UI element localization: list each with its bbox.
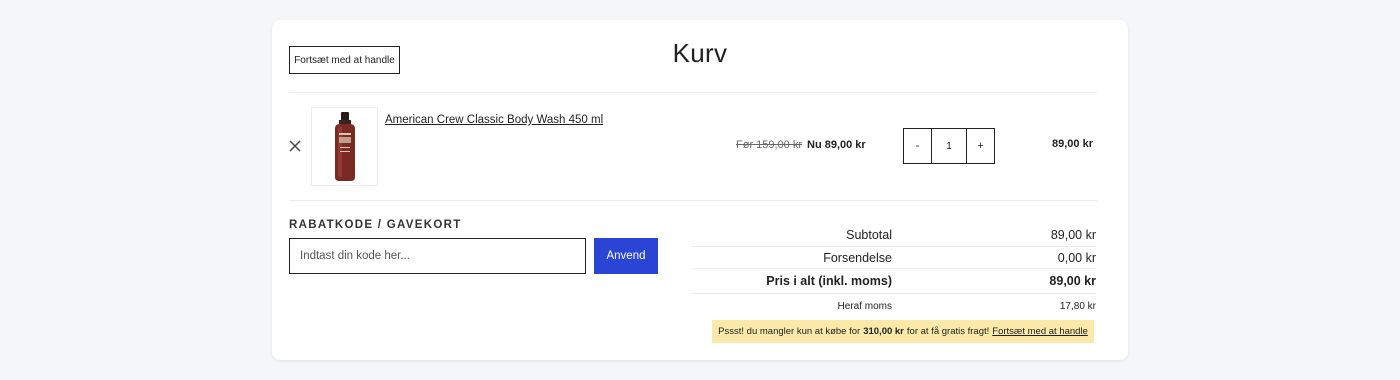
- vat-row: Heraf moms 17,80 kr: [692, 294, 1096, 318]
- vat-label: Heraf moms: [837, 300, 892, 312]
- subtotal-label: Subtotal: [846, 228, 892, 242]
- notice-text-after: for at få gratis fragt!: [906, 326, 990, 337]
- price-new: Nu 89,00 kr: [807, 139, 866, 151]
- price-old: Før 159,00 kr: [736, 139, 803, 151]
- shipping-value: 0,00 kr: [1057, 250, 1096, 265]
- product-name-link[interactable]: American Crew Classic Body Wash 450 ml: [385, 114, 603, 126]
- remove-item-icon[interactable]: [288, 139, 302, 153]
- free-shipping-notice: Pssst! du mangler kun at købe for 310,00…: [712, 320, 1094, 343]
- notice-continue-link[interactable]: Fortsæt med at handle: [992, 326, 1088, 337]
- notice-amount: 310,00 kr: [863, 326, 904, 337]
- coupon-heading: RABATKODE / GAVEKORT: [289, 219, 462, 231]
- totals-table: Subtotal 89,00 kr Forsendelse 0,00 kr Pr…: [692, 224, 1096, 318]
- total-value: 89,00 kr: [1049, 274, 1096, 288]
- quantity-stepper: - 1 +: [903, 128, 995, 164]
- total-row: Pris i alt (inkl. moms) 89,00 kr: [692, 269, 1096, 294]
- product-bottle-icon: [334, 111, 355, 181]
- qty-decrease-button[interactable]: -: [904, 129, 931, 163]
- qty-increase-button[interactable]: +: [967, 129, 994, 163]
- page-title: Kurv: [672, 38, 728, 68]
- vat-value: 17,80 kr: [1059, 300, 1096, 312]
- total-label: Pris i alt (inkl. moms): [766, 274, 892, 288]
- qty-value[interactable]: 1: [931, 129, 967, 163]
- divider: [289, 92, 1097, 93]
- shipping-row: Forsendelse 0,00 kr: [692, 247, 1096, 269]
- divider: [289, 200, 1097, 201]
- line-total: 89,00 kr: [1052, 138, 1093, 150]
- cart-card: Fortsæt med at handle Kurv American Crew…: [272, 20, 1128, 360]
- subtotal-value: 89,00 kr: [1050, 228, 1096, 242]
- apply-coupon-button[interactable]: Anvend: [594, 238, 658, 274]
- coupon-input[interactable]: [289, 238, 586, 274]
- shipping-label: Forsendelse: [823, 250, 892, 265]
- product-image[interactable]: [311, 107, 378, 186]
- notice-text: Pssst! du mangler kun at købe for: [718, 326, 861, 337]
- subtotal-row: Subtotal 89,00 kr: [692, 224, 1096, 247]
